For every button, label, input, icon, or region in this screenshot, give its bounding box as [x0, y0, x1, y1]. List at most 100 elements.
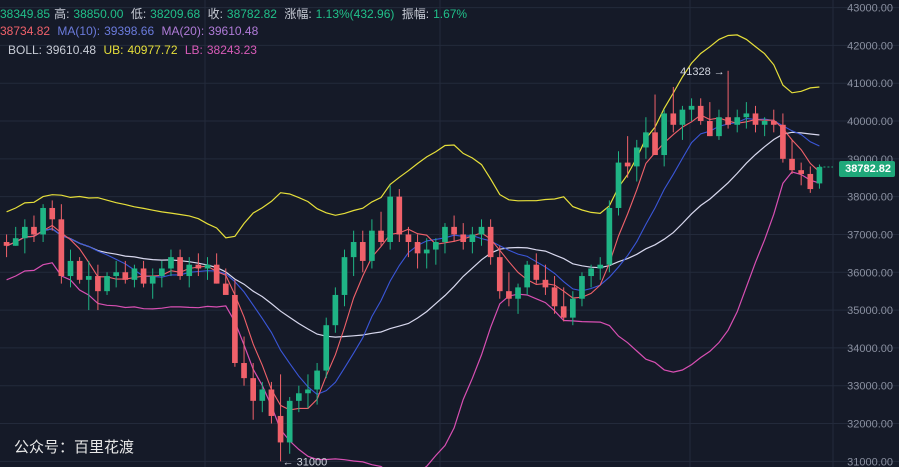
ub-value: 40977.72: [127, 43, 178, 57]
y-tick-label: 40000.00: [847, 116, 893, 128]
candle-body: [697, 105, 704, 122]
lb-label: LB:: [184, 43, 203, 57]
y-tick-label: 35000.00: [847, 305, 893, 317]
boll-label: BOLL:: [8, 43, 43, 57]
candle-body: [159, 268, 165, 277]
candle-body: [250, 378, 256, 401]
y-tick-label: 34000.00: [847, 343, 893, 355]
candle-body: [433, 242, 439, 250]
candle-body: [204, 264, 211, 269]
candle-body: [716, 117, 722, 137]
candle-body: [40, 207, 46, 235]
candle-body: [85, 276, 92, 280]
candle-body: [752, 113, 759, 125]
ub-label: UB:: [103, 43, 124, 57]
candle-body: [350, 242, 357, 258]
candle-body: [104, 276, 110, 292]
amp-label: 振幅:: [401, 7, 430, 21]
candle-body: [95, 276, 101, 292]
ma10-label: MA(10):: [57, 24, 101, 38]
candle-body: [643, 132, 649, 148]
y-tick-label: 37000.00: [847, 229, 893, 241]
y-tick-label: 41000.00: [847, 78, 893, 90]
ma20-value: 39610.48: [208, 24, 259, 38]
candle-body: [168, 257, 174, 269]
candle-body: [570, 298, 576, 318]
ohlc-header: 38349.85 高: 38850.00 低: 38209.68 收: 38782.82…: [0, 5, 471, 22]
candle-body: [58, 219, 65, 277]
candle-body: [12, 238, 19, 246]
low-annotation: ← 31000: [283, 456, 328, 467]
change-label: 涨幅:: [284, 7, 312, 21]
candle-body: [761, 121, 768, 125]
candle-body: [113, 272, 119, 277]
candle-body: [22, 226, 28, 239]
candle-body: [807, 173, 814, 190]
candle-body: [597, 264, 604, 269]
candle-body: [359, 242, 366, 261]
candle-body: [780, 124, 786, 159]
candle-body: [633, 147, 640, 167]
candle-body: [414, 242, 421, 254]
candle-body: [442, 226, 448, 243]
ma5-value: 38734.82: [0, 24, 51, 38]
high-label: 高:: [54, 7, 70, 21]
candle-body: [277, 415, 284, 443]
change-value: 1.13%(432.96): [315, 7, 395, 21]
candle-body: [460, 234, 467, 243]
y-tick-label: 33000.00: [847, 381, 893, 393]
candle-body: [524, 264, 530, 288]
candle-body: [670, 113, 677, 125]
candle-body: [131, 268, 138, 280]
candle-body: [286, 400, 293, 443]
candle-body: [707, 121, 713, 137]
y-tick-label: 43000.00: [847, 3, 893, 15]
candle-body: [268, 389, 275, 416]
candle-body: [579, 276, 585, 299]
candle-body: [679, 109, 686, 125]
candle-body: [688, 105, 695, 110]
boll-lower-line: [6, 171, 820, 467]
ma10-value: 39398.66: [104, 24, 155, 38]
candle-body: [789, 158, 795, 171]
candle-body: [743, 113, 750, 118]
close-label: 收:: [207, 7, 223, 21]
candle-body: [76, 260, 83, 280]
candle-body: [323, 325, 330, 371]
candle-body: [542, 279, 549, 288]
candle-body: [195, 264, 202, 269]
candle-body: [305, 389, 311, 394]
candle-body: [725, 117, 731, 125]
candle-body: [232, 294, 238, 364]
y-tick-label: 42000.00: [847, 40, 893, 52]
current-price-tag: 38782.82: [839, 161, 895, 177]
candle-body: [396, 196, 403, 235]
candle-body: [387, 196, 393, 243]
candle-body: [496, 257, 503, 292]
candle-body: [369, 230, 375, 261]
candle-body: [469, 234, 476, 243]
candle-body: [122, 272, 129, 280]
candle-body: [515, 287, 521, 299]
candle-body: [341, 257, 348, 295]
candle-body: [67, 260, 74, 277]
candle-body: [296, 393, 302, 401]
candle-body: [149, 276, 156, 284]
candle-body: [770, 121, 777, 125]
boll-header: BOLL: 39610.48 UB: 40977.72 LB: 38243.23: [8, 43, 261, 57]
candle-body: [652, 132, 658, 156]
candle-body: [451, 226, 457, 235]
y-tick-label: 32000.00: [847, 419, 893, 431]
candle-body: [423, 249, 430, 254]
candle-body: [213, 264, 220, 284]
candle-body: [259, 389, 266, 401]
candle-body: [560, 306, 567, 318]
candle-body: [551, 287, 558, 307]
candlestick-chart: 31000.00 32000.00 33000.00 34000.00 35000.00…: [0, 0, 899, 467]
ma20-label: MA(20):: [161, 24, 205, 38]
candle-body: [314, 370, 320, 390]
candle-body: [405, 234, 412, 243]
amp-value: 1.67%: [433, 7, 468, 21]
candle-body: [332, 294, 339, 326]
low-value: 38209.68: [150, 7, 201, 21]
